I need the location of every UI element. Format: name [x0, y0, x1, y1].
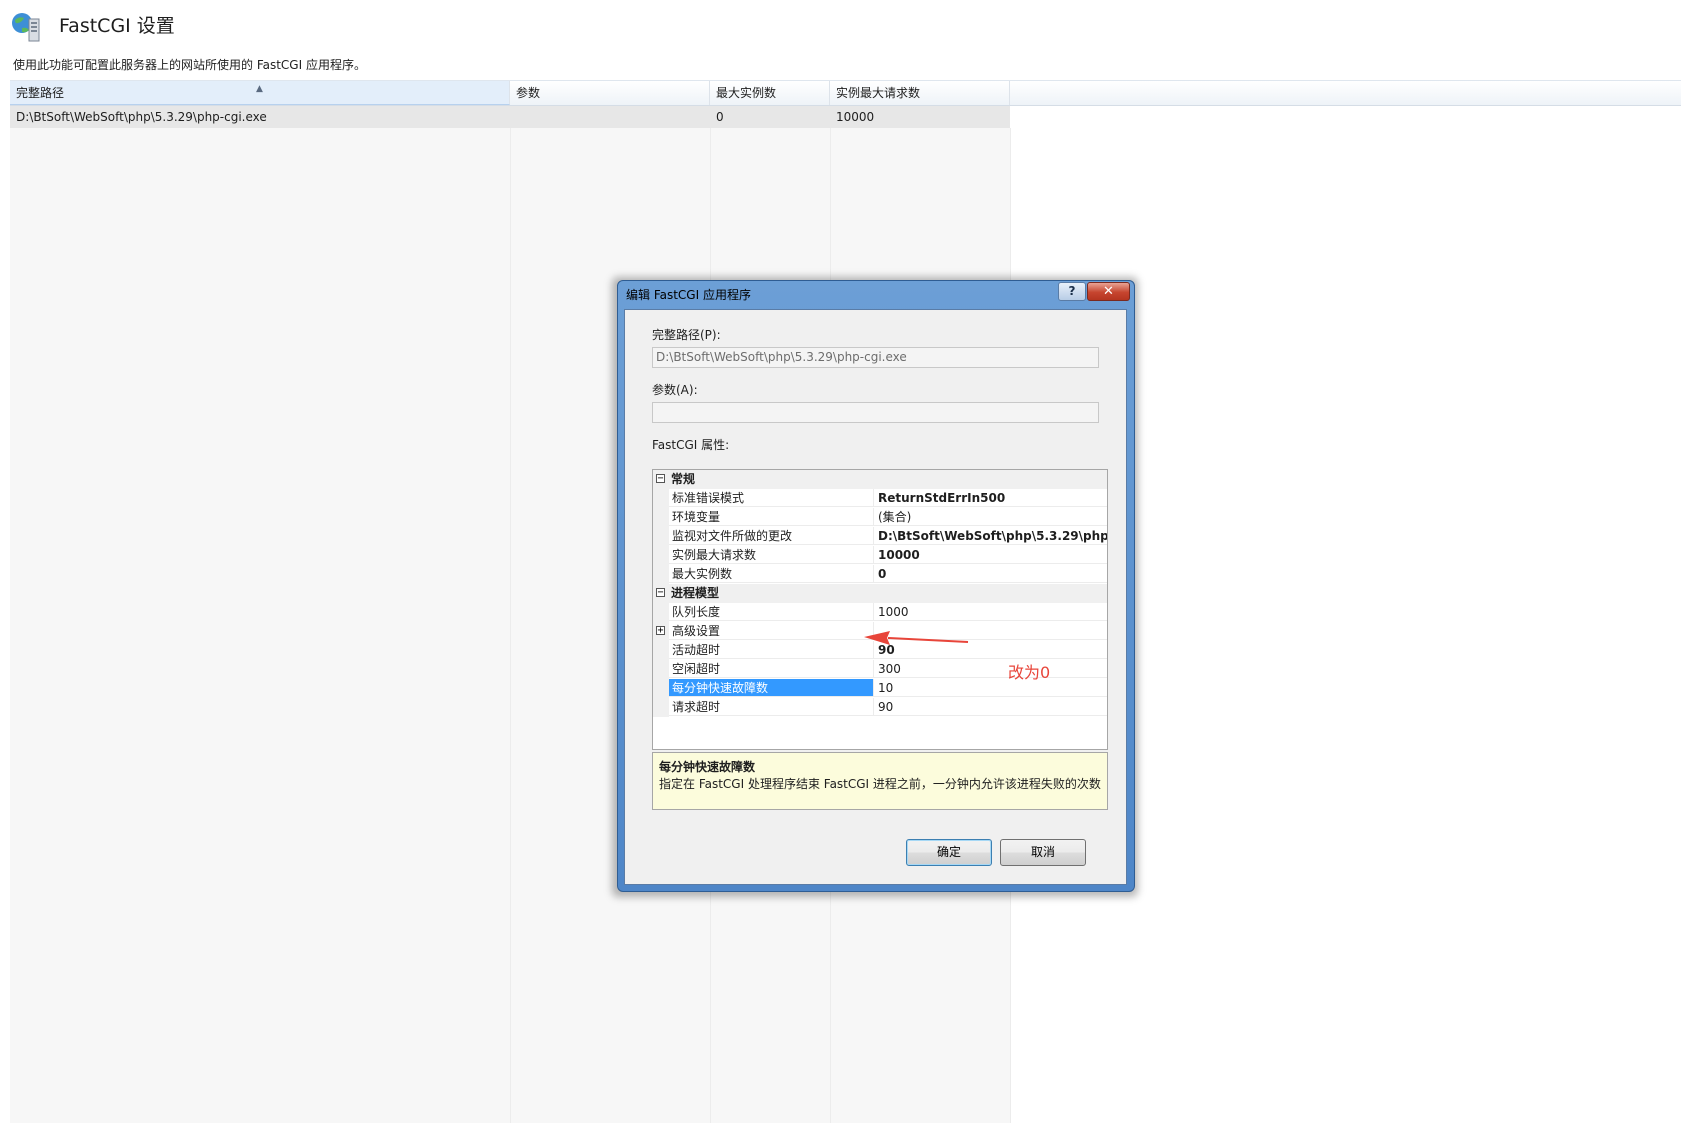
- row-gutter: [653, 489, 669, 508]
- property-grid[interactable]: − 常规 标准错误模式 ReturnStdErrIn500 环境变量 (集合) …: [652, 469, 1108, 750]
- description-title: 每分钟快速故障数: [659, 760, 756, 774]
- full-path-field[interactable]: D:\BtSoft\WebSoft\php\5.3.29\php-cgi.exe: [652, 347, 1099, 368]
- full-path-label: 完整路径(P):: [652, 328, 721, 342]
- cell-full-path: D:\BtSoft\WebSoft\php\5.3.29\php-cgi.exe: [16, 110, 267, 124]
- property-description-box: 每分钟快速故障数 指定在 FastCGI 处理程序结束 FastCGI 进程之前…: [652, 752, 1108, 810]
- row-gutter: [653, 660, 669, 679]
- property-value[interactable]: 10: [874, 679, 1107, 697]
- ok-button[interactable]: 确定: [906, 839, 992, 866]
- annotation-arrow-icon: [864, 631, 969, 645]
- cell-max-instances: 0: [716, 110, 724, 124]
- edit-fastcgi-dialog: 编辑 FastCGI 应用程序 ? ✕ 完整路径(P): D:\BtSoft\W…: [617, 280, 1135, 892]
- property-value[interactable]: 90: [874, 698, 1107, 716]
- property-name: 队列长度: [669, 603, 874, 621]
- column-header-full-path[interactable]: 完整路径 ▲: [10, 81, 510, 105]
- category-process-model[interactable]: − 进程模型: [653, 584, 1107, 603]
- close-icon: ✕: [1103, 284, 1114, 299]
- description-text: 指定在 FastCGI 处理程序结束 FastCGI 进程之前，一分钟内允许该进…: [659, 777, 1101, 791]
- grid-header: 完整路径 ▲ 参数 最大实例数 实例最大请求数: [10, 80, 1681, 106]
- property-row[interactable]: 监视对文件所做的更改 D:\BtSoft\WebSoft\php\5.3.29\…: [653, 527, 1107, 546]
- page-description: 使用此功能可配置此服务器上的网站所使用的 FastCGI 应用程序。: [13, 58, 366, 72]
- property-name: 活动超时: [669, 641, 874, 659]
- property-row[interactable]: 环境变量 (集合): [653, 508, 1107, 527]
- close-button[interactable]: ✕: [1087, 282, 1130, 301]
- fastcgi-settings-icon: [10, 10, 44, 44]
- fastcgi-properties-label: FastCGI 属性:: [652, 438, 730, 452]
- row-gutter: [653, 527, 669, 546]
- category-general[interactable]: − 常规: [653, 470, 1107, 489]
- category-label: 进程模型: [671, 586, 720, 600]
- row-gutter: [653, 603, 669, 622]
- arguments-label: 参数(A):: [652, 383, 698, 397]
- category-label: 常规: [671, 472, 696, 486]
- collapse-icon[interactable]: −: [656, 588, 665, 598]
- property-value[interactable]: ReturnStdErrIn500: [874, 489, 1107, 507]
- column-header-max-requests[interactable]: 实例最大请求数: [830, 81, 1010, 105]
- property-row[interactable]: 队列长度 1000: [653, 603, 1107, 622]
- property-row[interactable]: 最大实例数 0: [653, 565, 1107, 584]
- expand-icon[interactable]: +: [656, 626, 665, 636]
- row-gutter: [653, 641, 669, 660]
- arguments-field[interactable]: [652, 402, 1099, 423]
- row-gutter: [653, 565, 669, 584]
- property-value[interactable]: 0: [874, 565, 1107, 583]
- sort-ascending-icon: ▲: [256, 84, 263, 94]
- property-name: 环境变量: [669, 508, 874, 526]
- column-header-label: 完整路径: [16, 86, 65, 100]
- property-value[interactable]: 300: [874, 660, 1107, 678]
- cell-max-requests: 10000: [836, 110, 875, 124]
- page-title: FastCGI 设置: [59, 15, 175, 37]
- property-row[interactable]: 标准错误模式 ReturnStdErrIn500: [653, 489, 1107, 508]
- column-header-max-instances[interactable]: 最大实例数: [710, 81, 830, 105]
- dialog-title: 编辑 FastCGI 应用程序: [626, 288, 751, 302]
- property-name: 请求超时: [669, 698, 874, 716]
- table-row[interactable]: D:\BtSoft\WebSoft\php\5.3.29\php-cgi.exe…: [10, 106, 1010, 129]
- row-gutter: [653, 679, 669, 698]
- row-gutter: [653, 698, 669, 717]
- grid-divider: [510, 128, 511, 1123]
- row-gutter: [653, 508, 669, 527]
- column-header-arguments[interactable]: 参数: [510, 81, 710, 105]
- help-button[interactable]: ?: [1058, 282, 1086, 301]
- property-name: 高级设置: [669, 622, 874, 640]
- property-name: 标准错误模式: [669, 489, 874, 507]
- row-gutter: [653, 546, 669, 565]
- property-value[interactable]: 10000: [874, 546, 1107, 564]
- property-name: 最大实例数: [669, 565, 874, 583]
- property-name: 监视对文件所做的更改: [669, 527, 874, 545]
- property-value[interactable]: D:\BtSoft\WebSoft\php\5.3.29\php.ini: [874, 527, 1107, 545]
- collapse-icon[interactable]: −: [656, 474, 665, 484]
- cancel-button[interactable]: 取消: [1000, 839, 1086, 866]
- property-value[interactable]: 1000: [874, 603, 1107, 621]
- cell-arguments: [510, 106, 710, 128]
- property-row[interactable]: 请求超时 90: [653, 698, 1107, 717]
- property-value[interactable]: (集合): [874, 508, 1107, 526]
- property-row[interactable]: 实例最大请求数 10000: [653, 546, 1107, 565]
- property-name: 实例最大请求数: [669, 546, 874, 564]
- dialog-client-area: 完整路径(P): D:\BtSoft\WebSoft\php\5.3.29\ph…: [624, 309, 1127, 885]
- annotation-text: 改为0: [1008, 663, 1051, 682]
- property-name: 空闲超时: [669, 660, 874, 678]
- property-name: 每分钟快速故障数: [669, 679, 874, 697]
